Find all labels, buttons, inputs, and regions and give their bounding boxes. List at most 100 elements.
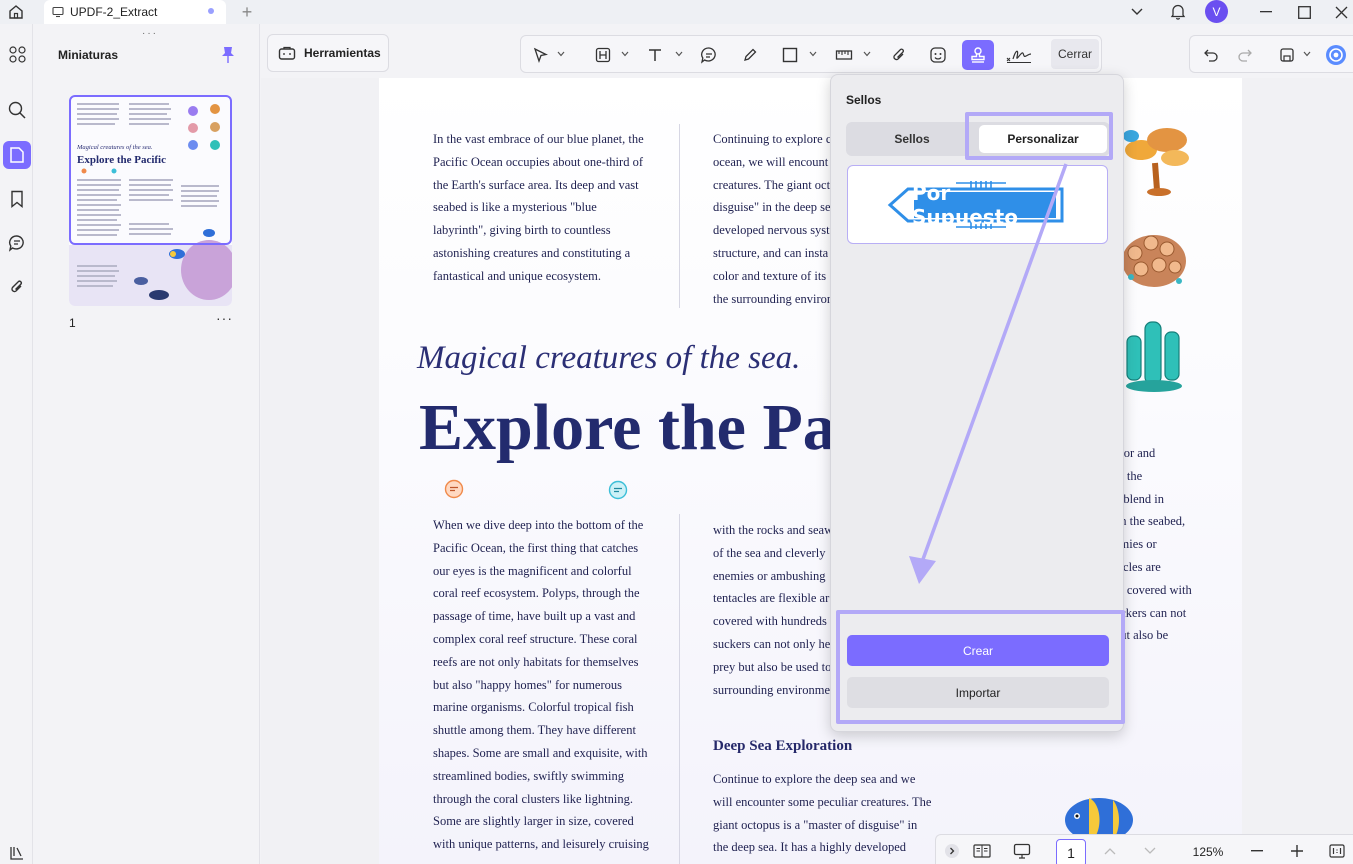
zoom-out-icon[interactable] (1247, 840, 1267, 862)
maximize-icon[interactable] (1294, 2, 1314, 22)
close-tools-button[interactable]: Cerrar (1051, 39, 1099, 69)
close-window-icon[interactable] (1331, 2, 1351, 22)
shape-caret-icon[interactable] (809, 50, 817, 58)
text-tool-icon[interactable] (643, 40, 667, 70)
updf-window: UPDF-2_Extract + V ··· Miniaturas Magica… (0, 0, 1353, 864)
zoom-in-icon[interactable] (1287, 840, 1307, 862)
rectangle-icon[interactable] (778, 40, 802, 70)
text-line: marine organisms. Colorful tropical fish (433, 700, 634, 715)
highlight-create-import (836, 610, 1125, 724)
stamps-panel-title: Sellos (846, 93, 882, 107)
stamp-icon[interactable] (962, 40, 994, 70)
text-line: emies or (1114, 537, 1157, 552)
thumbnails-icon[interactable] (3, 141, 31, 169)
bookmark-icon[interactable] (3, 185, 31, 213)
select-arrow-icon[interactable] (529, 40, 553, 70)
tools-label: Herramientas (304, 46, 381, 60)
measure-caret-icon[interactable] (863, 50, 871, 58)
text-line: complex coral reef structure. These cora… (433, 631, 638, 646)
save-icon[interactable] (1276, 40, 1298, 70)
signature-icon[interactable] (1003, 40, 1035, 70)
title-bar: UPDF-2_Extract + V (0, 0, 1353, 24)
text-line: our eyes is the magnificent and colorful (433, 563, 632, 578)
text-line: coral reef ecosystem. Polyps, through th… (433, 586, 640, 601)
coral-column: When we dive deep into the bottom of the… (433, 514, 678, 856)
expand-arrow-icon[interactable] (941, 840, 963, 862)
page-number-input[interactable]: 1 (1056, 839, 1086, 864)
text-line: the deep sea. It has a highly developed (713, 840, 906, 855)
new-tab-plus-icon[interactable]: + (237, 2, 257, 22)
home-icon[interactable] (6, 2, 26, 22)
pin-icon[interactable] (221, 46, 235, 69)
tab-sellos[interactable]: Sellos (849, 125, 975, 153)
document-tab-icon (52, 6, 64, 18)
history-tool-group (1189, 35, 1353, 73)
text-line: labyrinth", giving birth to countless (433, 223, 611, 238)
actual-size-icon[interactable] (1326, 840, 1348, 862)
attachment-icon[interactable] (3, 273, 31, 301)
text-line: reefs are not only habitats for themselv… (433, 654, 639, 669)
page-subtitle: Magical creatures of the sea. (417, 340, 801, 376)
text-line: but also be (1114, 628, 1169, 643)
redo-icon[interactable] (1234, 40, 1256, 70)
comment-marker-teal-icon[interactable] (608, 480, 628, 500)
drag-handle[interactable]: ··· (142, 29, 158, 39)
annotation-tool-group (520, 35, 1102, 73)
text-line: shuttle among them. They have different (433, 723, 636, 738)
save-caret-icon[interactable] (1303, 50, 1311, 58)
column-divider (679, 514, 680, 864)
text-line: uckers can not (1114, 605, 1187, 620)
page-up-icon[interactable] (1100, 840, 1120, 862)
attach-file-icon[interactable] (887, 40, 911, 70)
sticker-icon[interactable] (926, 40, 950, 70)
ai-assistant-icon[interactable] (1324, 40, 1348, 70)
text-line: seabed is like a mysterious "blue (433, 200, 597, 215)
tools-button[interactable]: Herramientas (267, 34, 389, 72)
bell-icon[interactable] (1168, 1, 1188, 21)
comments-icon[interactable] (3, 229, 31, 257)
document-canvas[interactable]: In the vast embrace of our blue planet, … (261, 78, 1353, 864)
text-line: streamlined bodies, swiftly swimming (433, 768, 624, 783)
text-line: olor and (1114, 446, 1156, 460)
zoom-level[interactable]: 125% (1186, 840, 1230, 864)
layers-icon[interactable] (3, 839, 31, 864)
text-line: tacles are (1114, 559, 1161, 574)
text-caret-icon[interactable] (675, 50, 683, 58)
text-line: will encounter some peculiar creatures. … (713, 794, 932, 809)
highlight-caret-icon[interactable] (621, 50, 629, 58)
page-layout-icon[interactable] (970, 840, 994, 862)
presentation-icon[interactable] (1010, 840, 1034, 862)
undo-icon[interactable] (1200, 40, 1222, 70)
comment-tool-icon[interactable] (697, 40, 721, 70)
document-tab[interactable]: UPDF-2_Extract (44, 0, 226, 24)
text-line: When we dive deep into the bottom of the (433, 518, 644, 532)
coral-tree-image (1123, 128, 1189, 196)
text-line: but also "happy homes" for numerous (433, 677, 622, 692)
text-line: fantastical and unique ecosystem. (433, 268, 601, 283)
custom-stamp-item[interactable]: Por Supuesto (847, 165, 1108, 244)
text-line: to the (1114, 468, 1143, 483)
intro-column: In the vast embrace of our blue planet, … (433, 128, 673, 288)
text-line: Pacific Ocean occupies about one-third o… (433, 154, 643, 169)
search-icon[interactable] (3, 96, 31, 124)
apps-grid-icon[interactable] (3, 40, 31, 68)
right-column: olor and to the d blend in on the seabed… (1114, 442, 1239, 670)
minimize-icon[interactable] (1256, 2, 1276, 22)
select-caret-icon[interactable] (557, 50, 565, 58)
chevron-down-icon[interactable] (1127, 2, 1147, 22)
text-line: giant octopus is a "master of disguise" … (713, 817, 918, 832)
comment-marker-orange-icon[interactable] (444, 479, 464, 499)
pencil-icon[interactable] (738, 40, 762, 70)
text-line: Continue to explore the deep sea and we (713, 772, 916, 786)
thumbnail-more-menu[interactable]: ··· (216, 310, 233, 326)
text-line: the Earth's surface area. Its deep and v… (433, 177, 639, 192)
user-avatar[interactable]: V (1205, 0, 1228, 23)
measure-icon[interactable] (832, 40, 856, 70)
thumbnails-panel: ··· Miniaturas Magical creatures of the … (34, 24, 260, 864)
highlight-text-icon[interactable] (591, 40, 615, 70)
page-down-icon[interactable] (1140, 840, 1160, 862)
bottom-bar: 1 125% (935, 834, 1353, 864)
text-line: In the vast embrace of our blue planet, … (433, 132, 644, 146)
text-line: with unique patterns, and leisurely crui… (433, 837, 649, 852)
highlight-personalizar (965, 112, 1113, 160)
